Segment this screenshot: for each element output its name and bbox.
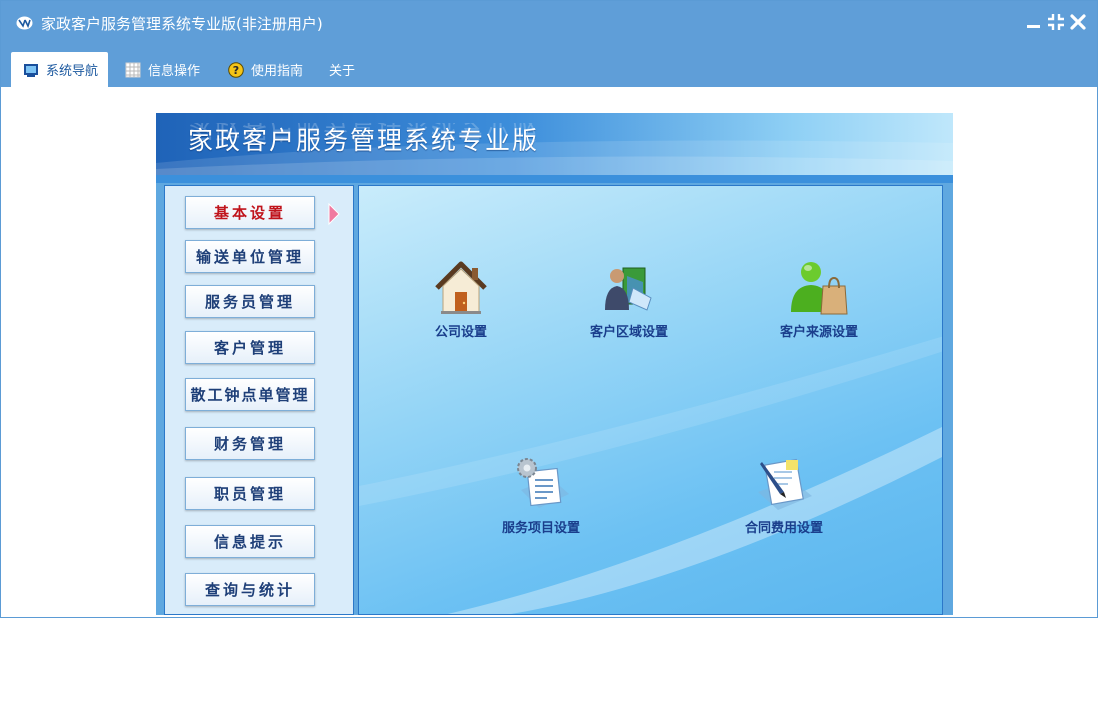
app-window: 家政客户服务管理系统专业版(非注册用户) 系统导航 信息操作 ? 使用指南 关于… <box>0 0 1098 618</box>
close-icon[interactable] <box>1069 13 1087 31</box>
banner: 家政客户服务管理系统专业版 家政客户服务管理系统专业版 <box>156 113 953 175</box>
arrow-right-icon <box>328 203 340 225</box>
sidebar-item-query-stats[interactable]: 查询与统计 <box>185 573 315 606</box>
banner-title-reflection: 家政客户服务管理系统专业版 <box>188 123 540 144</box>
navigation-panel: 家政客户服务管理系统专业版 家政客户服务管理系统专业版 基本设置 输送单位管理 … <box>156 113 953 615</box>
tab-about[interactable]: 关于 <box>329 52 369 87</box>
sidebar: 基本设置 输送单位管理 服务员管理 客户管理 散工钟点单管理 财务管理 职员管理… <box>164 185 354 615</box>
item-label: 客户来源设置 <box>779 325 858 340</box>
sidebar-item-hourly-order[interactable]: 散工钟点单管理 <box>185 378 315 411</box>
sidebar-item-label: 散工钟点单管理 <box>190 386 310 404</box>
service-item-settings-item[interactable]: 服务项目设置 <box>476 454 606 536</box>
company-settings-item[interactable]: 公司设置 <box>396 258 526 340</box>
sidebar-item-label: 客户管理 <box>213 339 286 357</box>
tab-user-guide[interactable]: ? 使用指南 <box>228 52 318 87</box>
banner-strip <box>156 175 953 183</box>
tab-system-nav[interactable]: 系统导航 <box>11 52 108 87</box>
tab-info-ops[interactable]: 信息操作 <box>125 52 215 87</box>
minimize-icon[interactable] <box>1025 13 1043 31</box>
monitor-icon <box>24 63 38 77</box>
sidebar-item-info-tips[interactable]: 信息提示 <box>185 525 315 558</box>
sidebar-item-label: 信息提示 <box>213 533 286 551</box>
item-label: 服务项目设置 <box>501 521 580 536</box>
sidebar-item-finance[interactable]: 财务管理 <box>185 427 315 460</box>
item-label: 客户区域设置 <box>589 325 668 340</box>
content-area: 家政客户服务管理系统专业版 家政客户服务管理系统专业版 基本设置 输送单位管理 … <box>1 87 1097 617</box>
person-book-icon <box>605 267 652 311</box>
tab-label: 信息操作 <box>148 64 201 79</box>
tab-label: 系统导航 <box>46 64 99 79</box>
sidebar-item-staff[interactable]: 职员管理 <box>185 477 315 510</box>
sidebar-item-label: 财务管理 <box>213 435 286 453</box>
sidebar-item-attendant[interactable]: 服务员管理 <box>185 285 315 318</box>
function-area: 公司设置 客户区域设置 客户来源设置 服务项目设置 合同费用设置 <box>358 185 943 615</box>
window-title: 家政客户服务管理系统专业版(非注册用户) <box>41 15 323 33</box>
restore-icon[interactable] <box>1047 13 1065 31</box>
app-logo-icon <box>16 16 33 30</box>
title-bar: 家政客户服务管理系统专业版(非注册用户) <box>1 1 1097 45</box>
sidebar-item-label: 输送单位管理 <box>195 248 304 266</box>
sidebar-item-label: 查询与统计 <box>204 581 295 599</box>
sidebar-item-label: 服务员管理 <box>204 293 295 311</box>
gear-document-icon <box>517 458 569 508</box>
grid-icon <box>125 62 141 77</box>
sidebar-item-transfer-unit[interactable]: 输送单位管理 <box>185 240 315 273</box>
help-icon: ? <box>228 61 244 78</box>
house-icon <box>435 261 487 314</box>
sidebar-item-customer[interactable]: 客户管理 <box>185 331 315 364</box>
customer-area-settings-item[interactable]: 客户区域设置 <box>564 258 694 340</box>
item-label: 合同费用设置 <box>744 521 823 536</box>
tab-label: 使用指南 <box>251 64 304 79</box>
sidebar-item-label: 基本设置 <box>213 204 286 222</box>
tab-label: 关于 <box>329 64 356 79</box>
svg-text:?: ? <box>233 64 239 77</box>
background-swoosh-decoration <box>359 336 942 614</box>
pen-document-icon <box>758 458 812 510</box>
customer-source-settings-item[interactable]: 客户来源设置 <box>754 258 884 340</box>
tab-bar: 系统导航 信息操作 ? 使用指南 关于 <box>1 45 1097 87</box>
sidebar-item-basic-settings[interactable]: 基本设置 <box>185 196 315 229</box>
item-label: 公司设置 <box>434 325 487 340</box>
sidebar-item-label: 职员管理 <box>213 485 286 503</box>
user-bag-icon <box>791 262 848 315</box>
contract-fee-settings-item[interactable]: 合同费用设置 <box>719 454 849 536</box>
